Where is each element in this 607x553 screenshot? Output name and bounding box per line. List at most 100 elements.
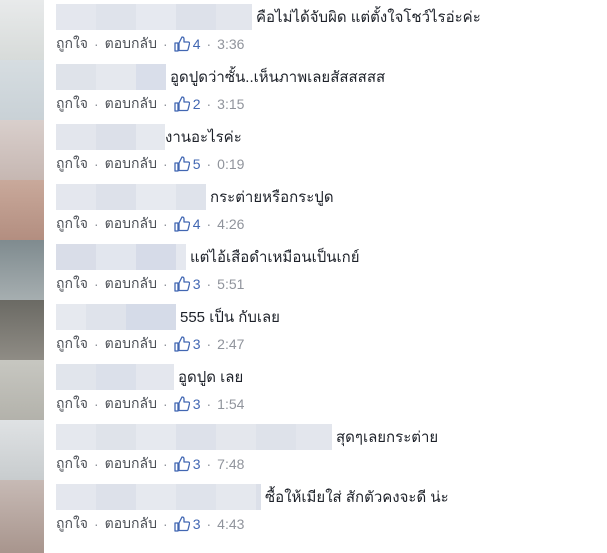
thumbs-up-icon (174, 36, 190, 52)
thumbs-up-icon (174, 456, 190, 472)
thumbs-up-icon (174, 276, 190, 292)
like-number: 3 (192, 276, 201, 292)
like-count[interactable]: 4 (174, 36, 200, 52)
separator: · (206, 276, 212, 292)
comment-text: กระต่ายหรือกระปูด (210, 189, 334, 206)
commenter-name-blurred[interactable] (56, 424, 332, 450)
like-link[interactable]: ถูกใจ (56, 213, 88, 235)
like-count[interactable]: 3 (174, 516, 201, 532)
like-link[interactable]: ถูกใจ (56, 153, 88, 175)
thumbs-up-icon (174, 396, 190, 412)
separator: · (206, 456, 212, 472)
reply-link[interactable]: ตอบกลับ (105, 333, 157, 355)
timestamp[interactable]: 3:36 (217, 36, 244, 52)
like-count[interactable]: 2 (174, 96, 201, 112)
commenter-name-blurred[interactable] (56, 124, 165, 150)
avatar[interactable] (0, 240, 44, 300)
comment: 555 เป็น กับเลย ถูกใจ · ตอบกลับ · 3 · 2:… (56, 300, 596, 360)
comment-text: อูดปูดว่าซั้น..เห็นภาพเลยสัสสสสส (170, 69, 386, 86)
reply-link[interactable]: ตอบกลับ (105, 93, 157, 115)
like-link[interactable]: ถูกใจ (56, 33, 88, 55)
commenter-name-blurred[interactable] (56, 484, 261, 510)
comment-text: แต่ไอ้เสือดำเหมือนเป็นเกย์ (190, 249, 360, 266)
like-link[interactable]: ถูกใจ (56, 273, 88, 295)
avatar[interactable] (0, 480, 44, 553)
like-count[interactable]: 4 (174, 216, 200, 232)
comment-text: 555 เป็น กับเลย (180, 309, 280, 326)
separator: · (163, 456, 168, 472)
like-number: 3 (192, 456, 201, 472)
thumbs-up-icon (174, 216, 190, 232)
timestamp[interactable]: 2:47 (217, 336, 244, 352)
timestamp[interactable]: 3:15 (217, 96, 244, 112)
separator: · (94, 156, 99, 172)
commenter-name-blurred[interactable] (56, 184, 206, 210)
reply-link[interactable]: ตอบกลับ (105, 453, 157, 475)
commenter-name-blurred[interactable] (56, 304, 176, 330)
like-link[interactable]: ถูกใจ (56, 333, 88, 355)
avatar-column (0, 0, 44, 553)
like-link[interactable]: ถูกใจ (56, 393, 88, 415)
separator: · (163, 396, 168, 412)
like-number: 2 (192, 96, 201, 112)
timestamp[interactable]: 4:26 (217, 216, 244, 232)
comment: คือไม่ได้จับผิด แต่ตั้งใจโชว์ไรอ่ะค่ะ ถู… (56, 0, 596, 60)
like-number: 3 (192, 396, 201, 412)
reply-link[interactable]: ตอบกลับ (105, 33, 157, 55)
commenter-name-blurred[interactable] (56, 364, 174, 390)
separator: · (163, 96, 168, 112)
like-number: 5 (192, 156, 201, 172)
separator: · (94, 36, 99, 52)
separator: · (206, 336, 212, 352)
like-link[interactable]: ถูกใจ (56, 453, 88, 475)
like-count[interactable]: 3 (174, 456, 201, 472)
comment-text: สุดๆเลยกระต่าย (336, 429, 439, 446)
commenter-name-blurred[interactable] (56, 244, 186, 270)
separator: · (163, 276, 168, 292)
comment-text: ซื้อให้เมียใส่ สักตัวคงจะดี น่ะ (265, 489, 449, 506)
comment: งานอะไรค่ะ ถูกใจ · ตอบกลับ · 5 · 0:19 (56, 120, 596, 180)
avatar[interactable] (0, 120, 44, 180)
avatar[interactable] (0, 420, 44, 480)
reply-link[interactable]: ตอบกลับ (105, 513, 157, 535)
comment: กระต่ายหรือกระปูด ถูกใจ · ตอบกลับ · 4 · … (56, 180, 596, 240)
comment-text: คือไม่ได้จับผิด แต่ตั้งใจโชว์ไรอ่ะค่ะ (256, 9, 481, 26)
like-link[interactable]: ถูกใจ (56, 513, 88, 535)
separator: · (94, 216, 99, 232)
timestamp[interactable]: 4:43 (217, 516, 244, 532)
like-count[interactable]: 3 (174, 276, 201, 292)
reply-link[interactable]: ตอบกลับ (105, 153, 157, 175)
separator: · (94, 456, 99, 472)
timestamp[interactable]: 1:54 (217, 396, 244, 412)
comment: ซื้อให้เมียใส่ สักตัวคงจะดี น่ะ ถูกใจ · … (56, 480, 596, 540)
reply-link[interactable]: ตอบกลับ (105, 393, 157, 415)
separator: · (94, 396, 99, 412)
comment: แต่ไอ้เสือดำเหมือนเป็นเกย์ ถูกใจ · ตอบกล… (56, 240, 596, 300)
timestamp[interactable]: 5:51 (217, 276, 244, 292)
separator: · (163, 516, 168, 532)
avatar[interactable] (0, 360, 44, 420)
like-number: 3 (192, 516, 201, 532)
timestamp[interactable]: 7:48 (217, 456, 244, 472)
timestamp[interactable]: 0:19 (217, 156, 244, 172)
commenter-name-blurred[interactable] (56, 4, 252, 30)
avatar[interactable] (0, 0, 44, 60)
thumbs-up-icon (174, 336, 190, 352)
reply-link[interactable]: ตอบกลับ (105, 273, 157, 295)
avatar[interactable] (0, 180, 44, 240)
separator: · (206, 156, 212, 172)
avatar[interactable] (0, 300, 44, 360)
comment-text: อูดปูด เลย (178, 369, 244, 386)
like-count[interactable]: 3 (174, 396, 201, 412)
like-count[interactable]: 3 (174, 336, 200, 352)
comment-text: งานอะไรค่ะ (165, 129, 242, 146)
like-count[interactable]: 5 (174, 156, 201, 172)
commenter-name-blurred[interactable] (56, 64, 166, 90)
reply-link[interactable]: ตอบกลับ (105, 213, 157, 235)
separator: · (206, 516, 212, 532)
avatar[interactable] (0, 60, 44, 120)
thumbs-up-icon (174, 516, 190, 532)
separator: · (206, 216, 212, 232)
like-link[interactable]: ถูกใจ (56, 93, 88, 115)
separator: · (206, 396, 212, 412)
